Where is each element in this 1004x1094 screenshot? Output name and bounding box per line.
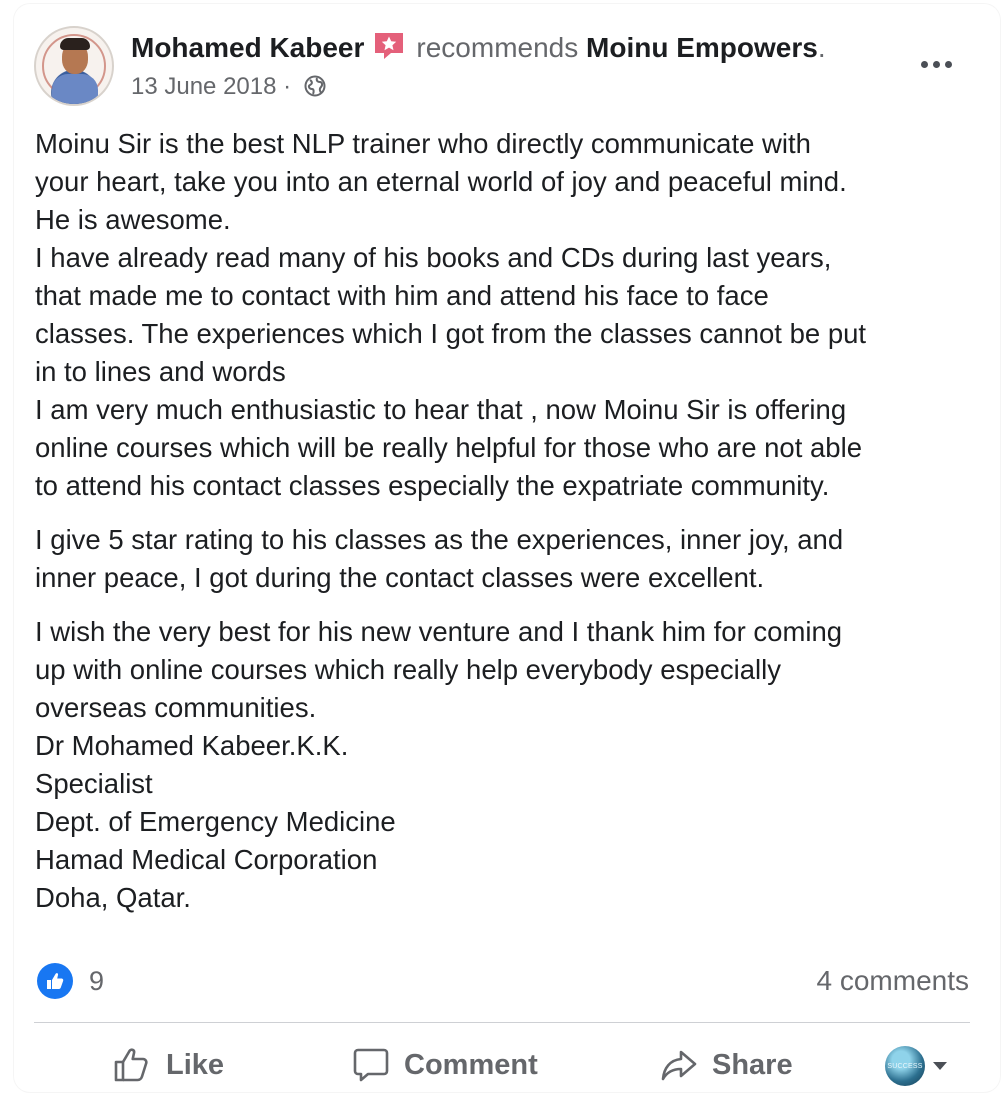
body-line: in to lines and words	[35, 356, 286, 387]
recommended-page-name[interactable]: Moinu Empowers	[586, 32, 818, 63]
globe-icon[interactable]	[304, 75, 326, 97]
recommends-text: recommends	[416, 32, 579, 63]
body-line: Doha, Qatar.	[35, 882, 191, 913]
body-line: Moinu Sir is the best NLP trainer who di…	[35, 128, 811, 159]
page-avatar-text: SUCCESS	[887, 1062, 923, 1070]
more-options-icon[interactable]	[916, 54, 956, 74]
body-line: overseas communities.	[35, 692, 317, 723]
body-line: inner peace, I got during the contact cl…	[35, 562, 765, 593]
comment-icon	[353, 1048, 389, 1082]
post-paragraph-2: I give 5 star rating to his classes as t…	[35, 521, 985, 597]
post-body: Moinu Sir is the best NLP trainer who di…	[35, 125, 985, 917]
body-line: that made me to contact with him and att…	[35, 280, 769, 311]
body-line: I have already read many of his books an…	[35, 242, 832, 273]
chevron-down-icon[interactable]	[933, 1062, 947, 1070]
like-button[interactable]: Like	[112, 1042, 224, 1088]
share-label: Share	[712, 1048, 793, 1081]
header-suffix: .	[817, 32, 826, 63]
author-avatar[interactable]	[34, 26, 114, 106]
body-line: I give 5 star rating to his classes as t…	[35, 524, 844, 555]
body-line: your heart, take you into an eternal wor…	[35, 166, 847, 197]
action-divider	[34, 1022, 970, 1023]
reaction-count: 9	[89, 965, 105, 996]
body-line: I am very much enthusiastic to hear that…	[35, 394, 847, 425]
post-date[interactable]: 13 June 2018	[131, 73, 276, 100]
post-header: Mohamed Kabeer recommends Moinu Empowers.	[131, 30, 911, 66]
page-avatar: SUCCESS	[885, 1046, 925, 1086]
body-line: I wish the very best for his new venture…	[35, 616, 843, 647]
author-name[interactable]: Mohamed Kabeer	[131, 32, 364, 63]
like-reaction-icon	[37, 963, 73, 999]
meta-separator: ·	[283, 73, 292, 100]
like-icon	[114, 1048, 148, 1082]
body-line: Hamad Medical Corporation	[35, 844, 378, 875]
comment-label: Comment	[404, 1048, 538, 1081]
like-label: Like	[166, 1048, 225, 1081]
body-line: up with online courses which really help…	[35, 654, 781, 685]
post-paragraph-3: I wish the very best for his new venture…	[35, 613, 985, 917]
post-paragraph-1: Moinu Sir is the best NLP trainer who di…	[35, 125, 985, 505]
share-button[interactable]: Share	[660, 1042, 793, 1088]
body-line: online courses which will be really help…	[35, 432, 862, 463]
body-line: to attend his contact classes especially…	[35, 470, 830, 501]
body-line: Dept. of Emergency Medicine	[35, 806, 396, 837]
post-meta: 13 June 2018 ·	[131, 72, 326, 102]
body-line: Specialist	[35, 768, 153, 799]
reaction-summary[interactable]: 9	[37, 963, 104, 999]
share-icon	[661, 1050, 697, 1081]
recommendation-star-icon	[372, 31, 406, 61]
body-line: classes. The experiences which I got fro…	[35, 318, 867, 349]
body-line: He is awesome.	[35, 204, 231, 235]
body-line: Dr Mohamed Kabeer.K.K.	[35, 730, 349, 761]
profile-switcher[interactable]: SUCCESS	[885, 1046, 947, 1086]
comments-count-link[interactable]: 4 comments	[817, 963, 970, 999]
comment-button[interactable]: Comment	[352, 1042, 538, 1088]
